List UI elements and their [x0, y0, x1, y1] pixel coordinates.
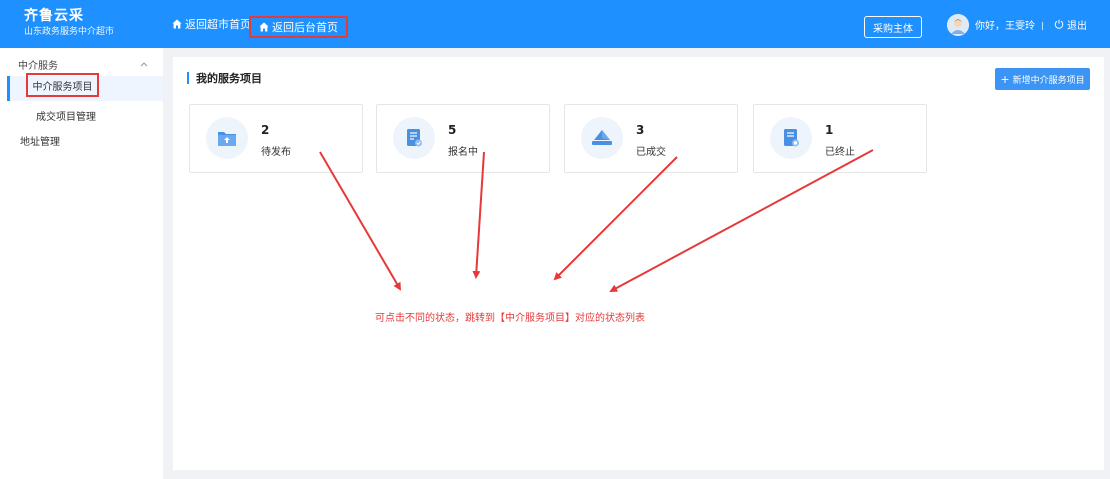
deal-icon — [581, 117, 623, 159]
top-header: 齐鲁云采 山东政务服务中介超市 返回超市首页 返回后台首页 采购主体 你好，王雯… — [0, 0, 1110, 48]
power-icon — [1054, 19, 1064, 29]
sidebar-active-indicator — [7, 76, 10, 101]
card-label: 报名中 — [448, 147, 478, 158]
card-count: 5 — [448, 123, 457, 137]
section-title: 我的服务项目 — [196, 72, 262, 85]
sidebar-group-intermediary[interactable]: 中介服务 — [18, 56, 158, 72]
logout-label: 退出 — [1067, 20, 1087, 32]
bottom-gutter — [163, 470, 1110, 479]
card-label: 待发布 — [261, 147, 291, 158]
status-card-terminated[interactable]: 1 已终止 — [753, 104, 927, 173]
sidebar-group-label: 中介服务 — [18, 60, 58, 72]
home-icon — [172, 19, 182, 29]
home-icon — [259, 22, 269, 32]
card-count: 2 — [261, 123, 270, 137]
nav-market-home-label: 返回超市首页 — [185, 18, 251, 31]
nav-admin-home[interactable]: 返回后台首页 — [249, 16, 348, 38]
sidebar-item-address[interactable]: 地址管理 — [20, 133, 60, 148]
plus-icon: + — [1000, 72, 1010, 86]
header-divider — [1042, 22, 1043, 30]
buyer-entity-button[interactable]: 采购主体 — [864, 16, 922, 38]
avatar[interactable] — [947, 14, 969, 36]
document-edit-icon — [393, 117, 435, 159]
card-label: 已终止 — [825, 147, 855, 158]
card-count: 1 — [825, 123, 834, 137]
user-avatar-icon — [947, 14, 969, 36]
brand-title: 齐鲁云采 — [24, 8, 84, 24]
add-button-label: 新增中介服务项目 — [1012, 75, 1085, 86]
nav-admin-home-label: 返回后台首页 — [272, 21, 338, 34]
sidebar: 中介服务 中介服务项目 成交项目管理 地址管理 — [0, 48, 163, 479]
card-count: 3 — [636, 123, 645, 137]
sidebar-item-label: 中介服务项目 — [32, 81, 93, 93]
chevron-up-icon — [140, 62, 148, 67]
nav-market-home[interactable]: 返回超市首页 — [172, 0, 251, 48]
section-title-bar — [187, 72, 189, 84]
main-panel: 我的服务项目 + 新增中介服务项目 2 待发布 5 报名中 3 已成交 1 已终… — [173, 57, 1104, 479]
add-service-project-button[interactable]: + 新增中介服务项目 — [995, 68, 1090, 90]
status-card-closed[interactable]: 3 已成交 — [564, 104, 738, 173]
sidebar-item-deal-projects[interactable]: 成交项目管理 — [36, 108, 96, 123]
annotation-note: 可点击不同的状态，跳转到【中介服务项目】对应的状态列表 — [375, 313, 645, 324]
logout-button[interactable]: 退出 — [1054, 0, 1087, 48]
brand[interactable]: 齐鲁云采 山东政务服务中介超市 — [24, 8, 114, 39]
brand-subtitle: 山东政务服务中介超市 — [24, 27, 115, 37]
status-card-pending[interactable]: 2 待发布 — [189, 104, 363, 173]
document-stop-icon — [770, 117, 812, 159]
sidebar-item-service-projects[interactable]: 中介服务项目 — [26, 73, 99, 97]
user-greeting: 你好，王雯玲 — [975, 20, 1035, 32]
status-card-registering[interactable]: 5 报名中 — [376, 104, 550, 173]
card-label: 已成交 — [636, 147, 666, 158]
folder-upload-icon — [206, 117, 248, 159]
